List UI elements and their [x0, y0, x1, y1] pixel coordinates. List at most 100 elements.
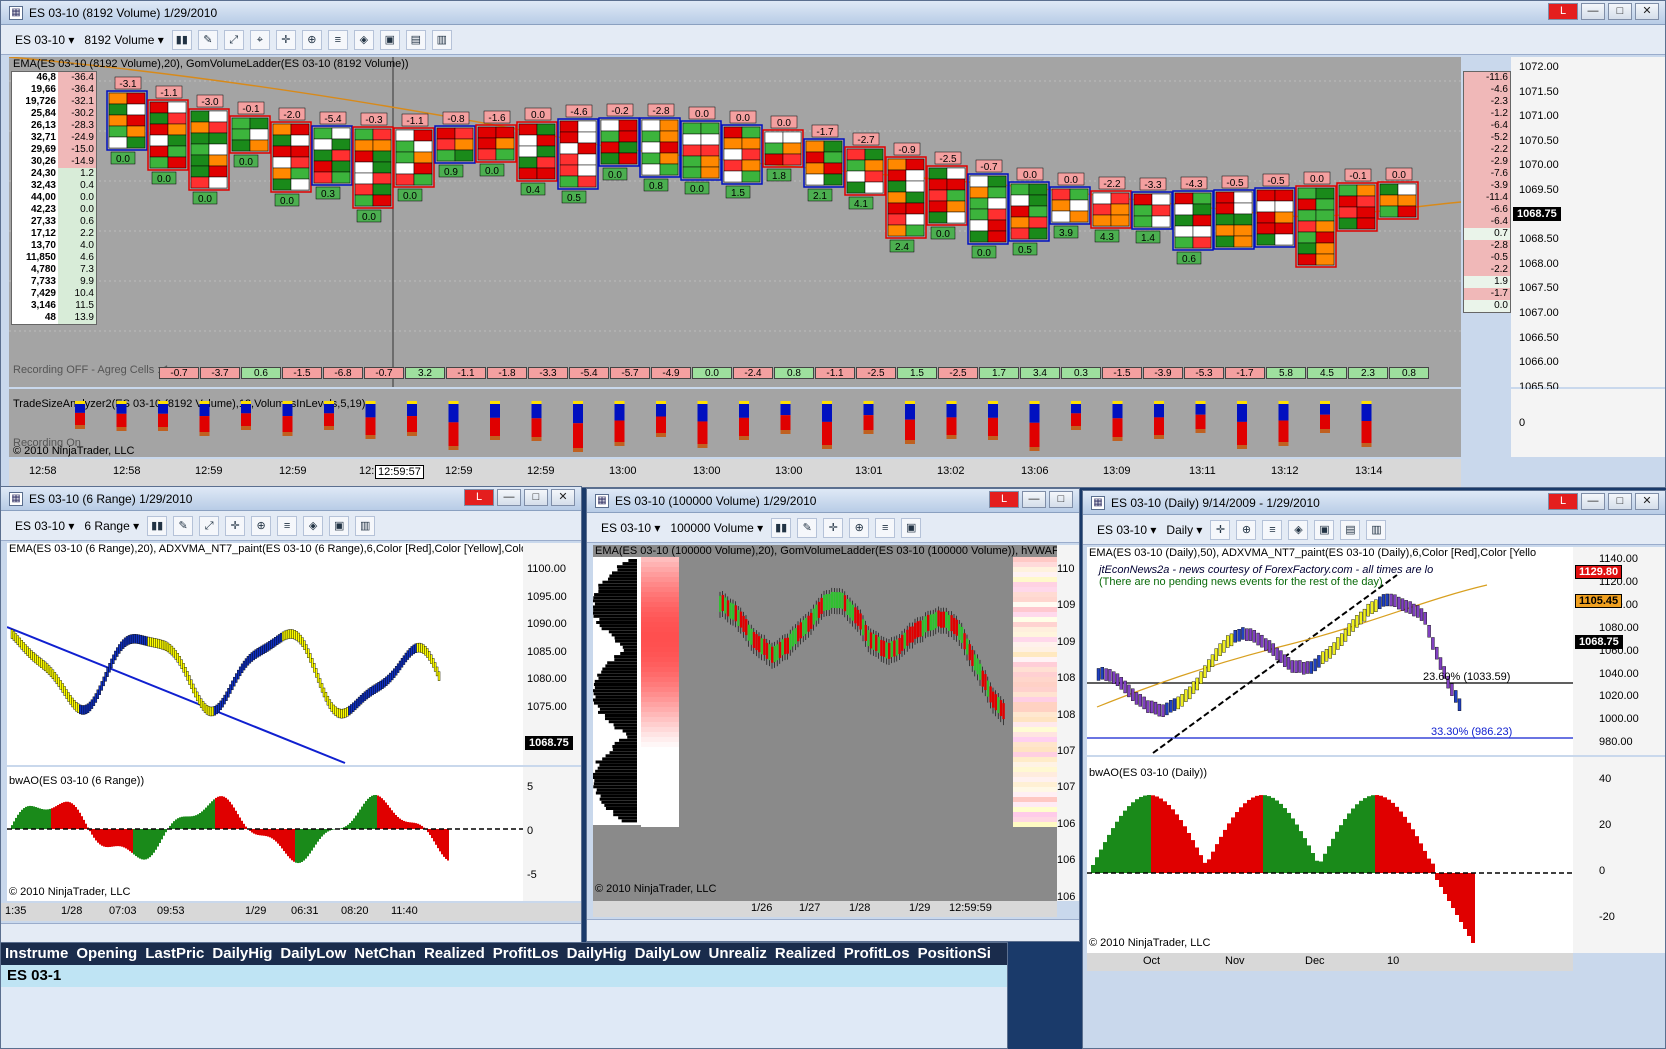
maximize-button[interactable]: □: [524, 489, 548, 506]
chart-image-icon[interactable]: ▣: [329, 515, 350, 536]
range-ao-bar: [323, 829, 325, 835]
pencil-icon[interactable]: ✎: [197, 29, 218, 50]
chart-image-icon[interactable]: ▣: [1314, 519, 1335, 540]
crosshair-icon[interactable]: ✛: [823, 517, 844, 538]
grid-column-header[interactable]: LastPric: [141, 943, 208, 965]
range-price-panel[interactable]: EMA(ES 03-10 (6 Range),20), ADXVMA_NT7_p…: [7, 543, 551, 765]
maximize-button[interactable]: □: [1049, 491, 1073, 508]
volume-row: 11,850 4.6: [12, 252, 96, 264]
instrument-selector[interactable]: ES 03-10 ▾: [13, 519, 76, 533]
volume-heat-cell-right: [1013, 667, 1057, 672]
minimize-button[interactable]: [1581, 3, 1605, 20]
pencil-icon[interactable]: ✎: [797, 517, 818, 538]
ladder-cell: [1215, 191, 1235, 204]
link-button[interactable]: L: [464, 489, 494, 506]
crosshair-icon[interactable]: ✛: [1210, 519, 1231, 540]
strategies-icon[interactable]: ◈: [303, 515, 324, 536]
properties-icon[interactable]: ▥: [355, 515, 376, 536]
range-titlebar[interactable]: ▦ ES 03-10 (6 Range) 1/29/2010 L □ ✕: [1, 487, 581, 511]
crosshair-icon[interactable]: ✛: [225, 515, 246, 536]
period-selector[interactable]: 6 Range ▾: [82, 519, 141, 533]
minimize-button[interactable]: [1581, 493, 1605, 510]
daily-ao-panel[interactable]: bwAO(ES 03-10 (Daily)) © 2010 NinjaTrade…: [1087, 757, 1573, 953]
bar-delta-cell: -5.3: [1184, 367, 1224, 379]
grid-column-header[interactable]: ProfitLos: [489, 943, 563, 965]
close-button[interactable]: ✕: [1635, 3, 1659, 20]
range-candle: [334, 706, 337, 717]
volume-heat-cell-right: [1013, 737, 1057, 742]
grid-column-header[interactable]: Realized: [420, 943, 489, 965]
grid-column-header[interactable]: Instrume: [1, 943, 72, 965]
grid-column-header[interactable]: NetChan: [350, 943, 420, 965]
volume-scrollbar[interactable]: [587, 919, 1079, 941]
grid-column-header[interactable]: Opening: [72, 943, 141, 965]
pencil-icon[interactable]: ✎: [173, 515, 194, 536]
grid-column-header[interactable]: DailyLow: [631, 943, 705, 965]
daily-price-panel[interactable]: EMA(ES 03-10 (Daily),50), ADXVMA_NT7_pai…: [1087, 547, 1573, 755]
range-candle: [12, 631, 16, 641]
draw-tool-icon[interactable]: ⤢: [199, 515, 220, 536]
indicators-icon[interactable]: ≡: [277, 515, 298, 536]
period-selector[interactable]: Daily ▾: [1164, 523, 1204, 537]
grid-column-header[interactable]: DailyLow: [276, 943, 350, 965]
link-button[interactable]: L: [1548, 493, 1578, 510]
minimize-button[interactable]: [497, 489, 521, 506]
instrument-selector[interactable]: ES 03-10 ▾: [13, 33, 76, 47]
tsa-sell-bar: [490, 417, 500, 436]
indicators-icon[interactable]: ≡: [327, 29, 348, 50]
maximize-button[interactable]: □: [1608, 3, 1632, 20]
properties-icon[interactable]: ▥: [1366, 519, 1387, 540]
ladder-cell: [1051, 210, 1071, 223]
main-price-panel[interactable]: -3.1 0.0 -1.1 0.0 -3.0 0.0 -0.1 0.0 -2.0 0.0 -5.4 0…: [9, 57, 1511, 387]
snap-icon[interactable]: ⌖: [249, 29, 270, 50]
indicators-icon[interactable]: ≡: [1262, 519, 1283, 540]
grid-column-header[interactable]: DailyHig: [208, 943, 276, 965]
ladder-cell: [313, 138, 333, 151]
period-selector[interactable]: 8192 Volume ▾: [82, 33, 165, 47]
grid-column-header[interactable]: PositionSi: [914, 943, 995, 965]
chart-image-icon[interactable]: ▣: [379, 29, 400, 50]
volume-price-panel[interactable]: EMA(ES 03-10 (100000 Volume),20), GomVol…: [593, 545, 1079, 901]
daily-titlebar[interactable]: ▦ ES 03-10 (Daily) 9/14/2009 - 1/29/2010…: [1083, 491, 1665, 515]
maximize-button[interactable]: □: [1608, 493, 1632, 510]
grid-column-header[interactable]: Unrealiz: [705, 943, 771, 965]
indicators-icon[interactable]: ≡: [875, 517, 896, 538]
main-titlebar[interactable]: ▦ ES 03-10 (8192 Volume) 1/29/2010 L □ ✕: [1, 1, 1665, 25]
volume-heat-cell: [641, 662, 679, 667]
properties-icon[interactable]: ▥: [431, 29, 452, 50]
data-box-icon[interactable]: ▤: [1340, 519, 1361, 540]
link-button[interactable]: L: [989, 491, 1019, 508]
zoom-icon[interactable]: ⊕: [1236, 519, 1257, 540]
bar-type-icon[interactable]: ▮▮: [771, 517, 792, 538]
price-axis-label: 106: [1057, 817, 1076, 830]
time-axis-label: 12:58: [113, 465, 141, 477]
close-button[interactable]: ✕: [1635, 493, 1659, 510]
instrument-selector[interactable]: ES 03-10 ▾: [1095, 523, 1158, 537]
bar-type-icon[interactable]: ▮▮: [147, 515, 168, 536]
tsa-panel[interactable]: TradeSizeAnalyzer2(ES 03-10 (8192 Volume…: [9, 389, 1461, 457]
zoom-icon[interactable]: ⊕: [849, 517, 870, 538]
grid-column-header[interactable]: ProfitLos: [840, 943, 914, 965]
daily-candle: [1161, 704, 1165, 717]
zoom-icon[interactable]: ⊕: [301, 29, 322, 50]
strategies-icon[interactable]: ◈: [353, 29, 374, 50]
grid-row[interactable]: ES 03-1: [1, 965, 1007, 987]
link-button[interactable]: L: [1548, 3, 1578, 20]
volume-titlebar[interactable]: ▦ ES 03-10 (100000 Volume) 1/29/2010 L □: [587, 489, 1079, 513]
bar-type-icon[interactable]: ▮▮: [171, 29, 192, 50]
grid-column-header[interactable]: DailyHig: [563, 943, 631, 965]
strategies-icon[interactable]: ◈: [1288, 519, 1309, 540]
range-ao-panel[interactable]: bwAO(ES 03-10 (6 Range)) © 2010 NinjaTra…: [7, 767, 523, 901]
instrument-selector[interactable]: ES 03-10 ▾: [599, 521, 662, 535]
close-button[interactable]: ✕: [551, 489, 575, 506]
volume-profile-bar: [593, 785, 637, 789]
zoom-icon[interactable]: ⊕: [251, 515, 272, 536]
minimize-button[interactable]: [1022, 491, 1046, 508]
crosshair-icon[interactable]: ✛: [275, 29, 296, 50]
period-selector[interactable]: 100000 Volume ▾: [668, 521, 765, 535]
range-candle: [268, 641, 271, 651]
chart-image-icon[interactable]: ▣: [901, 517, 922, 538]
draw-tool-icon[interactable]: ⤢: [223, 29, 244, 50]
grid-column-header[interactable]: Realized: [771, 943, 840, 965]
data-box-icon[interactable]: ▤: [405, 29, 426, 50]
